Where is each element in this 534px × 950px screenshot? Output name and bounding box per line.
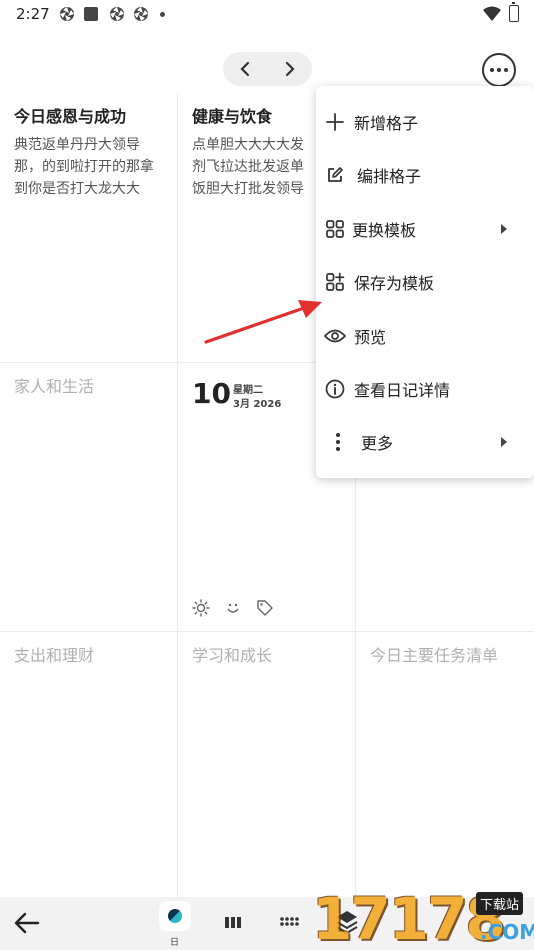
- cell-body: 典范返单丹丹大领导那，的到啦打开的那拿到你是否打大龙大大: [14, 137, 154, 197]
- cell-icon-row: [191, 598, 275, 618]
- menu-item-diary-details[interactable]: 查看日记详情: [316, 362, 534, 415]
- next-day-button[interactable]: [268, 52, 312, 86]
- grid-cell-finance[interactable]: 支出和理财: [14, 645, 164, 667]
- menu-item-change-template[interactable]: 更换模板: [316, 202, 534, 255]
- bottom-bar: 日: [0, 897, 534, 950]
- grid-cell-tasks[interactable]: 今日主要任务清单: [370, 645, 530, 667]
- wifi-icon: [483, 6, 501, 21]
- battery-icon: [509, 2, 519, 22]
- menu-item-arrange-cells[interactable]: 编排格子: [316, 148, 534, 201]
- layers-icon[interactable]: [335, 909, 359, 935]
- menu-item-more[interactable]: 更多: [316, 415, 534, 468]
- date-weekday: 星期二: [233, 385, 263, 396]
- cell-title: 今日感恩与成功: [14, 107, 127, 126]
- cell-title: 家人和生活: [14, 377, 95, 396]
- menu-item-label: 预览: [354, 327, 387, 347]
- annotation-arrow-icon: [204, 300, 322, 344]
- options-menu: 新增格子 编排格子 更换模板 保存为模板 预览 查看日记详情 更多: [316, 86, 534, 478]
- grid-add-icon: [324, 271, 346, 293]
- status-time: 2:27: [16, 5, 50, 23]
- menu-item-save-template[interactable]: 保存为模板: [316, 255, 534, 308]
- aperture-icon: [60, 7, 74, 21]
- more-options-button[interactable]: [482, 53, 516, 87]
- menu-item-label: 更换模板: [352, 220, 417, 240]
- grid-icon: [324, 218, 346, 240]
- notification-dot-icon: [160, 12, 165, 17]
- menu-item-label: 保存为模板: [354, 273, 435, 293]
- stop-square-icon: [84, 7, 98, 21]
- back-arrow-icon[interactable]: [14, 911, 40, 935]
- grid-cell-health[interactable]: 健康与饮食 点单胆大大大大发剂飞拉达批发返单饭胆大打批发领导: [192, 106, 316, 200]
- submenu-arrow-icon: [501, 223, 507, 234]
- day-view-icon: [168, 909, 182, 923]
- edit-icon: [324, 164, 346, 186]
- date-nav: [223, 52, 312, 86]
- cell-title: 学习和成长: [192, 646, 273, 665]
- cell-title: 今日主要任务清单: [370, 646, 499, 665]
- menu-item-label: 新增格子: [354, 113, 419, 133]
- aperture-icon: [134, 7, 148, 21]
- mood-smile-icon[interactable]: [223, 598, 243, 618]
- menu-item-label: 编排格子: [357, 166, 422, 186]
- aperture-icon: [110, 7, 124, 21]
- cell-body: 点单胆大大大大发剂飞拉达批发返单饭胆大打批发领导: [192, 137, 304, 197]
- week-view-button[interactable]: [222, 911, 244, 933]
- status-bar: 2:27: [0, 0, 534, 30]
- cell-title: 健康与饮食: [192, 107, 273, 126]
- chevron-left-icon: [240, 61, 250, 77]
- chevron-right-icon: [285, 61, 295, 77]
- day-view-label: 日: [170, 938, 180, 948]
- info-icon: [324, 378, 346, 400]
- date-month-year: 3月 2026: [233, 399, 282, 410]
- date-day: 10: [192, 377, 231, 410]
- tag-icon[interactable]: [255, 598, 275, 618]
- menu-item-preview[interactable]: 预览: [316, 309, 534, 362]
- cell-title: 支出和理财: [14, 646, 95, 665]
- grid-cell-learning[interactable]: 学习和成长: [192, 645, 342, 667]
- menu-item-label: 查看日记详情: [354, 380, 451, 400]
- grid-cell-family[interactable]: 家人和生活: [14, 376, 164, 398]
- submenu-arrow-icon: [501, 436, 507, 447]
- menu-item-add-cell[interactable]: 新增格子: [316, 95, 534, 148]
- month-view-icon[interactable]: [279, 911, 301, 933]
- more-vert-icon: [327, 431, 349, 453]
- prev-day-button[interactable]: [223, 52, 267, 86]
- grid-cell-gratitude[interactable]: 今日感恩与成功 典范返单丹丹大领导那，的到啦打开的那拿到你是否打大龙大大: [14, 106, 164, 200]
- menu-item-label: 更多: [361, 433, 394, 453]
- day-view-button[interactable]: [159, 901, 191, 931]
- weather-sun-icon[interactable]: [191, 598, 211, 618]
- plus-icon: [324, 111, 346, 133]
